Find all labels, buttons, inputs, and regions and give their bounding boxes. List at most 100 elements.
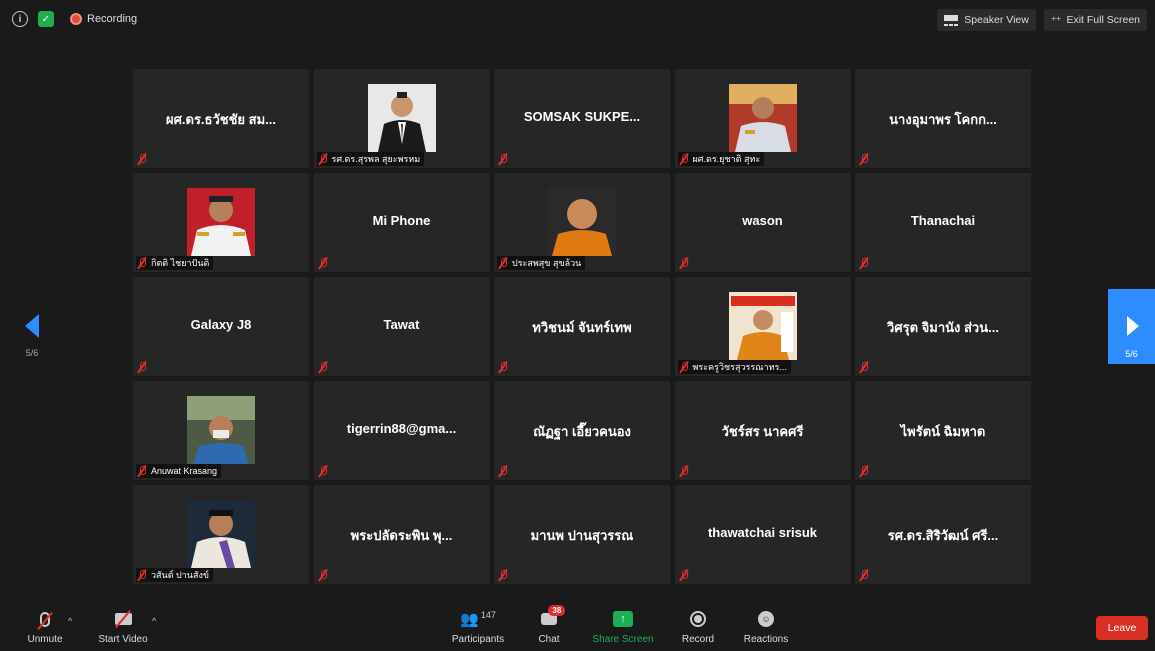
- mic-muted-icon: [317, 465, 329, 477]
- chat-label: Chat: [538, 634, 560, 645]
- start-video-button[interactable]: Start Video: [96, 608, 150, 645]
- mic-muted-icon: [317, 361, 329, 373]
- participant-tile[interactable]: Galaxy J8: [133, 277, 309, 376]
- participant-tile[interactable]: Anuwat Krasang: [133, 381, 309, 480]
- next-page-button[interactable]: 5/6: [1108, 289, 1155, 364]
- participant-name: รศ.ดร.สิริวัฒน์ ศรี...: [887, 528, 999, 543]
- mic-muted-icon: [858, 257, 870, 269]
- mic-muted-icon: [497, 361, 509, 373]
- participant-tile[interactable]: ผศ.ดร.ธวัชชัย สม...: [133, 69, 309, 168]
- page-count-right: 5/6: [1125, 349, 1138, 359]
- participant-label: [678, 568, 694, 582]
- unmute-button[interactable]: Unmute: [26, 608, 64, 645]
- mic-muted-icon: [678, 569, 690, 581]
- info-icon[interactable]: i: [12, 11, 28, 27]
- participant-tile[interactable]: SOMSAK SUKPE...: [494, 69, 670, 168]
- participant-name: ไพรัตน์ ฉิมหาด: [900, 424, 986, 439]
- participant-name: wason: [742, 213, 783, 228]
- participant-tile[interactable]: มานพ ปานสุวรรณ: [494, 485, 670, 584]
- participant-label-text: รศ.ดร.สุรพล สุยะพรหม: [331, 154, 421, 164]
- mic-muted-icon: [497, 153, 509, 165]
- previous-page-button[interactable]: 5/6: [22, 314, 42, 358]
- participants-count: 147: [480, 610, 496, 620]
- participant-label: [497, 152, 513, 166]
- leave-button[interactable]: Leave: [1096, 616, 1148, 640]
- participant-tile[interactable]: thawatchai srisuk: [674, 485, 851, 584]
- mic-muted-icon: [678, 465, 690, 477]
- participant-tile[interactable]: tigerrin88@gma...: [313, 381, 490, 480]
- participant-tile[interactable]: รศ.ดร.สิริวัฒน์ ศรี...: [855, 485, 1031, 584]
- exit-fullscreen-icon: ⁺⁺: [1050, 14, 1062, 27]
- participant-tile[interactable]: ทวิชนม์ จันทร์เทพ: [494, 277, 670, 376]
- start-video-label: Start Video: [98, 634, 148, 645]
- participant-tile[interactable]: วสันต์ ปานสังข์: [133, 485, 309, 584]
- participant-name: ณัฏฐา เอี๊ยวคนอง: [533, 424, 631, 439]
- participant-label: [317, 360, 333, 374]
- mic-muted-icon: [317, 257, 329, 269]
- mic-muted-icon: [858, 153, 870, 165]
- chat-unread-badge: 38: [548, 605, 566, 616]
- participant-label: [858, 568, 874, 582]
- participant-tile[interactable]: Thanachai: [855, 173, 1031, 272]
- participant-avatar: [187, 500, 255, 568]
- participant-avatar: [187, 188, 255, 256]
- participant-label: [678, 256, 694, 270]
- participant-tile[interactable]: วัชร์สร นาคศรี: [674, 381, 851, 480]
- record-button[interactable]: Record: [680, 608, 716, 645]
- gallery-grid: ผศ.ดร.ธวัชชัย สม... รศ.ดร.สุรพล สุยะพรหม S…: [133, 69, 1031, 584]
- participants-icon: 👥: [460, 611, 479, 628]
- participant-label: [136, 360, 152, 374]
- participant-tile[interactable]: รศ.ดร.สุรพล สุยะพรหม: [313, 69, 490, 168]
- share-screen-icon: ↑: [613, 611, 633, 627]
- participant-tile[interactable]: Tawat: [313, 277, 490, 376]
- encryption-shield-icon[interactable]: ✓: [38, 11, 54, 27]
- participant-label: [497, 360, 513, 374]
- participant-tile[interactable]: กิตติ ไชยาปันดิ: [133, 173, 309, 272]
- recording-indicator[interactable]: Recording: [70, 13, 137, 25]
- participant-name: thawatchai srisuk: [707, 525, 818, 540]
- participant-name: วิศรุต จิมานัง ส่วน...: [887, 320, 999, 335]
- speaker-view-button[interactable]: Speaker View: [937, 9, 1036, 31]
- participant-tile[interactable]: พระครูวิชรสุวรรณาทร...: [674, 277, 851, 376]
- mic-muted-icon: [136, 257, 148, 269]
- participant-tile[interactable]: ณัฏฐา เอี๊ยวคนอง: [494, 381, 670, 480]
- participants-button[interactable]: 👥 147 Participants: [450, 608, 506, 645]
- arrow-right-icon: [1127, 316, 1139, 336]
- participant-label: [497, 464, 513, 478]
- camera-off-icon: [114, 613, 132, 625]
- participant-label: วสันต์ ปานสังข์: [136, 568, 214, 582]
- participant-tile[interactable]: ผศ.ดร.ยุชาติ สุทะ: [674, 69, 851, 168]
- video-options-chevron-icon[interactable]: ^: [152, 616, 156, 626]
- mic-muted-icon: [136, 153, 148, 165]
- participant-label: [317, 464, 333, 478]
- participant-label: ผศ.ดร.ยุชาติ สุทะ: [677, 152, 765, 166]
- participant-name: ผศ.ดร.ธวัชชัย สม...: [166, 112, 276, 127]
- participant-tile[interactable]: นางอุมาพร โคกก...: [855, 69, 1031, 168]
- participant-label: พระครูวิชรสุวรรณาทร...: [677, 360, 791, 374]
- participant-tile[interactable]: ไพรัตน์ ฉิมหาด: [855, 381, 1031, 480]
- participant-tile[interactable]: ประสพสุข สุขล้วน: [494, 173, 670, 272]
- participant-tile[interactable]: วิศรุต จิมานัง ส่วน...: [855, 277, 1031, 376]
- participant-label: [497, 568, 513, 582]
- participant-label: [858, 256, 874, 270]
- record-label: Record: [681, 634, 715, 645]
- unmute-label: Unmute: [27, 634, 63, 645]
- participant-tile[interactable]: wason: [674, 173, 851, 272]
- reactions-button[interactable]: ☺ Reactions: [743, 608, 789, 645]
- participant-tile[interactable]: Mi Phone: [313, 173, 490, 272]
- mic-muted-icon: [497, 257, 509, 269]
- chat-button[interactable]: 38 Chat: [534, 605, 566, 645]
- mic-muted-icon: [858, 569, 870, 581]
- share-screen-button[interactable]: ↑ Share Screen: [592, 608, 654, 645]
- participant-label: [678, 464, 694, 478]
- mic-muted-icon: [678, 257, 690, 269]
- participant-name: ทวิชนม์ จันทร์เทพ: [532, 320, 632, 335]
- mic-muted-icon: [678, 153, 690, 165]
- participant-label-text: ผศ.ดร.ยุชาติ สุทะ: [692, 154, 761, 164]
- mic-muted-icon: [858, 465, 870, 477]
- exit-fullscreen-button[interactable]: ⁺⁺ Exit Full Screen: [1043, 9, 1147, 31]
- participant-tile[interactable]: พระปลัดระพิน พุ...: [313, 485, 490, 584]
- participant-label-text: กิตติ ไชยาปันดิ: [151, 258, 210, 268]
- audio-options-chevron-icon[interactable]: ^: [68, 616, 72, 626]
- exit-fullscreen-label: Exit Full Screen: [1066, 14, 1140, 26]
